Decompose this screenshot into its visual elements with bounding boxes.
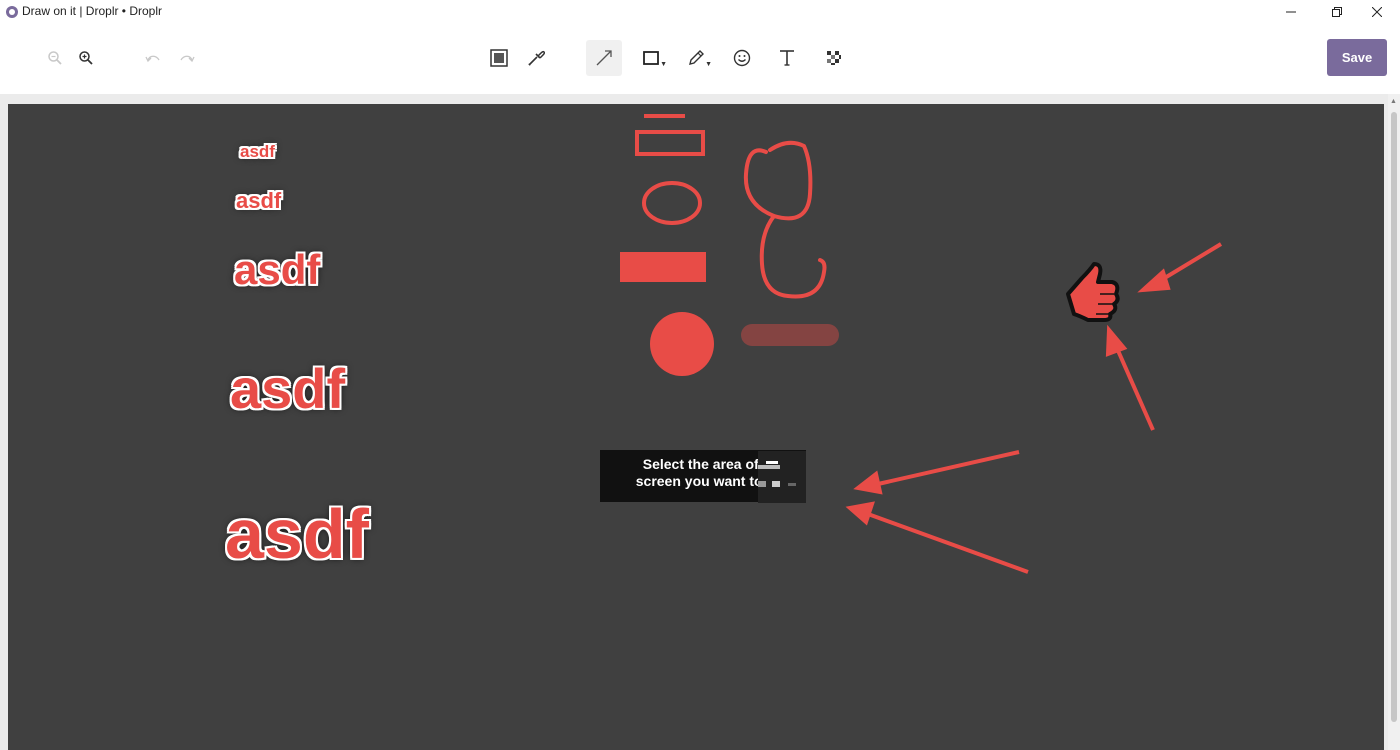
pixelate-icon [827,51,841,65]
window-title: Draw on it | Droplr • Droplr [22,4,163,18]
zoom-out-icon [48,51,62,65]
redo-icon [180,55,195,63]
pixelated-region[interactable] [758,451,806,503]
emoji-icon [733,49,751,67]
minimize-icon [1286,11,1296,13]
filled-rectangle [620,252,706,282]
arrow-annotation [853,450,1020,495]
rectangle-tool-button[interactable]: ▼ [633,40,669,76]
rectangle-tool-icon [643,51,659,65]
freehand-stroke [743,140,827,299]
outline-ellipse [642,181,702,225]
zoom-in-icon [79,51,93,65]
close-icon [1372,7,1382,17]
close-button[interactable] [1354,0,1400,24]
text-tool-button[interactable] [769,40,805,76]
undo-icon [145,55,160,63]
toolbar: ▼ ▼ Save [0,24,1400,94]
pencil-tool-icon [689,50,704,65]
restore-icon [1332,7,1342,17]
scroll-thumb[interactable] [1391,112,1397,722]
save-button[interactable]: Save [1327,39,1387,76]
arrow-annotation [1137,242,1223,293]
pixelate-tool-button[interactable] [816,40,852,76]
crop-icon [490,49,508,67]
vertical-scrollbar[interactable]: ▲ [1388,94,1400,750]
color-picker-button[interactable] [518,40,554,76]
emoji-tool-button[interactable] [724,40,760,76]
rectangle-dropdown-caret: ▼ [660,61,667,68]
minimize-button[interactable] [1268,0,1314,24]
outline-rectangle [635,130,705,156]
crop-tool-button[interactable] [481,40,517,76]
blurred-highlight [741,324,839,346]
undo-button[interactable] [135,40,171,76]
arrow-annotation [845,501,1029,574]
color-picker-icon [528,50,545,66]
zoom-in-button[interactable] [68,40,104,76]
annotation-layer [620,114,1223,574]
drawing-canvas[interactable]: asdf asdf asdf asdf asdf Select the area… [8,104,1384,750]
thumbs-up-icon [1066,262,1120,322]
canvas-area: asdf asdf asdf asdf asdf Select the area… [0,94,1400,750]
filled-circle [650,312,714,376]
droplr-logo-icon [6,6,18,18]
text-tool-icon [780,50,794,66]
redo-button[interactable] [169,40,205,76]
title-bar: Draw on it | Droplr • Droplr [0,0,1400,24]
arrow-tool-button[interactable] [586,40,622,76]
scroll-up-icon[interactable]: ▲ [1390,98,1397,105]
pencil-dropdown-caret: ▼ [705,61,712,68]
arrow-annotation [1105,324,1155,431]
pencil-tool-button[interactable]: ▼ [678,40,714,76]
arrow-tool-icon [596,50,612,66]
